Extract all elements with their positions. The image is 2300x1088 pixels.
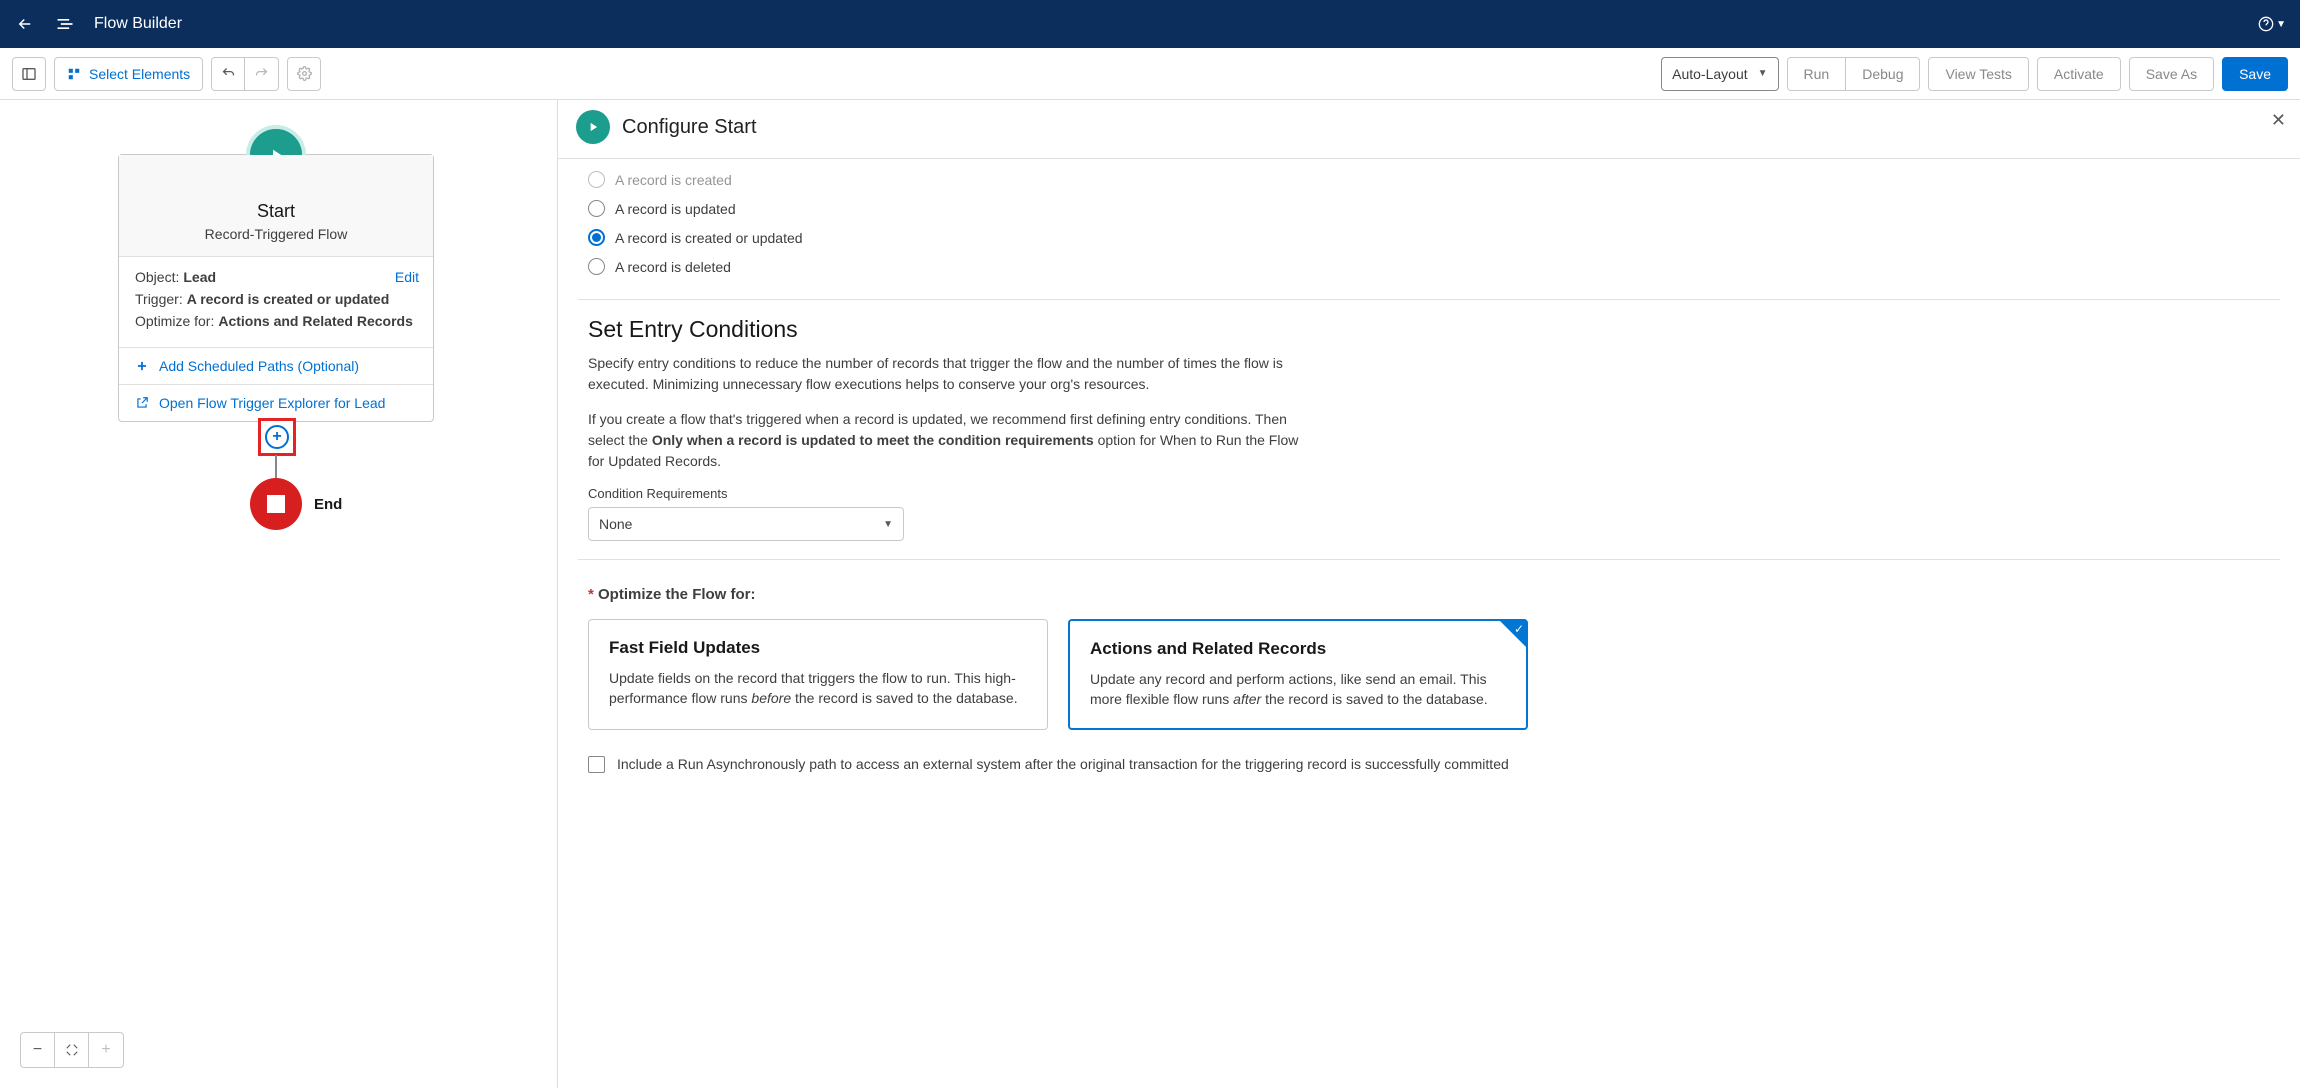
async-checkbox[interactable] (588, 756, 605, 773)
entry-help-text: Specify entry conditions to reduce the n… (588, 353, 1308, 472)
open-flow-explorer-link[interactable]: Open Flow Trigger Explorer for Lead (119, 385, 433, 421)
optimize-heading: * Optimize the Flow for: (588, 586, 2280, 603)
optimize-card-fast-title: Fast Field Updates (609, 638, 1027, 658)
panel-play-icon (576, 110, 610, 144)
undo-button[interactable] (211, 57, 245, 91)
plus-icon: + (265, 425, 289, 449)
condition-select-value: None (599, 516, 632, 532)
optimize-card-actions-desc: Update any record and perform actions, l… (1090, 669, 1506, 710)
optimize-card-fast[interactable]: Fast Field Updates Update fields on the … (588, 619, 1048, 730)
selected-checkmark-icon (1500, 621, 1526, 647)
async-label: Include a Run Asynchronously path to acc… (617, 756, 1509, 772)
chevron-down-icon: ▼ (883, 519, 893, 530)
configure-panel: Configure Start ✕ A record is created A … (558, 100, 2300, 1088)
zoom-controls: − + (20, 1032, 124, 1068)
add-element-button[interactable]: + (258, 418, 296, 456)
optimize-label: Optimize for: (135, 313, 214, 329)
help-button[interactable]: ▼ (2258, 16, 2286, 32)
end-node-label: End (314, 496, 342, 513)
sidebar-toggle-button[interactable] (12, 57, 46, 91)
entry-conditions-heading: Set Entry Conditions (588, 316, 2280, 343)
trigger-radio-group: A record is created A record is updated … (588, 159, 2280, 281)
trigger-value: A record is created or updated (187, 291, 390, 307)
optimize-card-actions[interactable]: Actions and Related Records Update any r… (1068, 619, 1528, 730)
edit-link[interactable]: Edit (395, 269, 419, 285)
select-elements-button[interactable]: Select Elements (54, 57, 203, 91)
condition-requirements-label: Condition Requirements (588, 486, 2280, 501)
save-as-button[interactable]: Save As (2129, 57, 2214, 91)
start-node-subtitle: Record-Triggered Flow (129, 226, 423, 242)
save-button[interactable]: Save (2222, 57, 2288, 91)
radio-created[interactable]: A record is created (588, 165, 2280, 194)
back-arrow-icon[interactable] (14, 13, 36, 35)
app-header: Flow Builder ▼ (0, 0, 2300, 48)
optimize-card-actions-title: Actions and Related Records (1090, 639, 1506, 659)
settings-button[interactable] (287, 57, 321, 91)
redo-button[interactable] (245, 57, 279, 91)
connector-line (275, 455, 277, 480)
layout-dropdown[interactable]: Auto-Layout ▼ (1661, 57, 1778, 91)
open-flow-explorer-label: Open Flow Trigger Explorer for Lead (159, 395, 385, 411)
fit-button[interactable] (55, 1033, 89, 1067)
panel-title: Configure Start (622, 116, 757, 139)
add-scheduled-paths-label: Add Scheduled Paths (Optional) (159, 358, 359, 374)
condition-requirements-select[interactable]: None ▼ (588, 507, 904, 541)
canvas-pane[interactable]: Start Record-Triggered Flow Edit Object:… (0, 100, 558, 1088)
end-node-icon[interactable] (250, 478, 302, 530)
add-scheduled-paths-link[interactable]: Add Scheduled Paths (Optional) (119, 348, 433, 385)
zoom-out-button[interactable]: − (21, 1033, 55, 1067)
radio-deleted[interactable]: A record is deleted (588, 252, 2280, 281)
run-button[interactable]: Run (1787, 57, 1847, 91)
activate-button[interactable]: Activate (2037, 57, 2121, 91)
optimize-card-fast-desc: Update fields on the record that trigger… (609, 668, 1027, 709)
optimize-value: Actions and Related Records (218, 313, 413, 329)
start-node-card[interactable]: Start Record-Triggered Flow Edit Object:… (118, 154, 434, 422)
object-label: Object: (135, 269, 179, 285)
close-panel-button[interactable]: ✕ (2271, 110, 2286, 131)
app-logo-icon (54, 13, 76, 35)
start-node-title: Start (129, 201, 423, 222)
radio-updated[interactable]: A record is updated (588, 194, 2280, 223)
zoom-in-button[interactable]: + (89, 1033, 123, 1067)
view-tests-button[interactable]: View Tests (1928, 57, 2028, 91)
debug-button[interactable]: Debug (1846, 57, 1920, 91)
chevron-down-icon: ▼ (1758, 68, 1768, 79)
object-value: Lead (183, 269, 216, 285)
select-elements-label: Select Elements (89, 66, 190, 82)
app-title: Flow Builder (94, 15, 182, 33)
layout-dropdown-label: Auto-Layout (1672, 66, 1748, 82)
trigger-label: Trigger: (135, 291, 183, 307)
toolbar: Select Elements Auto-Layout ▼ Run Debug … (0, 48, 2300, 100)
radio-created-or-updated[interactable]: A record is created or updated (588, 223, 2280, 252)
